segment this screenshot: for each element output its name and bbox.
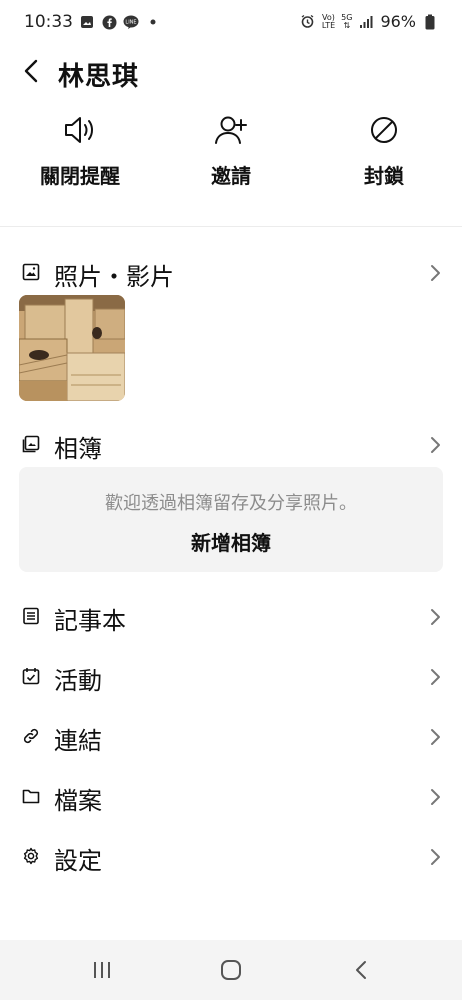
note-icon [23,607,39,625]
chevron-right-icon [431,729,440,745]
notes-row[interactable]: 記事本 [0,593,462,643]
album-empty-state: 歡迎透過相簿留存及分享照片。 新增相簿 [19,467,443,572]
status-time: 10:33 [24,12,73,32]
invite-label: 邀請 [211,164,251,188]
battery-percent: 96% [380,12,416,31]
links-row[interactable]: 連結 [0,713,462,763]
folder-icon [22,789,40,804]
chevron-right-icon [431,265,440,281]
signal-icon [358,14,374,30]
link-icon [23,728,39,744]
chevron-right-icon [431,609,440,625]
photos-videos-row[interactable]: 照片・影片 [0,249,462,299]
notes-label: 記事本 [54,607,126,635]
battery-icon [422,14,438,30]
calendar-check-icon [22,668,40,685]
quick-actions: 關閉提醒 邀請 封鎖 [0,110,462,200]
albums-label: 相簿 [54,435,102,463]
block-button[interactable]: 封鎖 [314,110,454,189]
chat-header: 林思琪 [0,48,462,98]
photo-icon [22,263,40,281]
add-user-icon [215,116,247,144]
events-label: 活動 [54,667,102,695]
line-icon: LINE [123,14,139,30]
volte-bottom: LTE [321,20,336,30]
settings-label: 設定 [54,847,102,875]
chevron-right-icon [431,789,440,805]
album-icon [22,435,40,453]
mute-notifications-button[interactable]: 關閉提醒 [10,110,150,189]
status-left: 10:33 LINE [24,12,161,32]
facebook-icon [101,14,117,30]
events-row[interactable]: 活動 [0,653,462,703]
albums-row[interactable]: 相簿 [0,421,462,471]
back-button[interactable] [18,56,46,86]
chevron-left-icon [24,59,38,83]
alarm-icon [300,14,316,30]
links-label: 連結 [54,727,102,755]
gallery-icon [79,14,95,30]
invite-button[interactable]: 邀請 [161,110,301,189]
more-notifications-dot-icon [145,14,161,30]
svg-text:LINE: LINE [125,19,136,25]
settings-row[interactable]: 設定 [0,833,462,883]
mobile-data-indicator: 5G ⇅ [341,12,353,30]
home-icon [221,960,241,980]
block-icon [371,117,397,143]
chevron-right-icon [431,849,440,865]
system-back-button[interactable] [346,956,378,984]
recent-apps-button[interactable] [86,956,118,984]
block-label: 封鎖 [364,164,404,188]
files-row[interactable]: 檔案 [0,773,462,823]
section-divider [0,226,462,227]
system-nav-bar [0,940,462,1000]
status-right: Vo) LTE 5G ⇅ 96% [300,12,438,31]
home-button[interactable] [215,956,247,984]
chevron-right-icon [431,669,440,685]
speaker-icon [65,117,93,143]
photo-thumbnail[interactable] [19,295,125,401]
create-album-button[interactable]: 新增相簿 [19,527,443,556]
gear-icon [23,847,39,865]
album-empty-text: 歡迎透過相簿留存及分享照片。 [105,493,357,514]
recent-apps-icon [94,962,110,978]
photos-videos-label: 照片・影片 [54,263,174,291]
files-label: 檔案 [54,787,102,815]
volte-indicator: Vo) LTE [321,13,336,30]
page-title: 林思琪 [58,62,140,92]
status-bar: 10:33 LINE Vo) LTE 5G ⇅ 96% [0,0,462,46]
chevron-right-icon [431,437,440,453]
back-arrow-icon [356,961,366,979]
mute-notifications-label: 關閉提醒 [40,164,120,188]
